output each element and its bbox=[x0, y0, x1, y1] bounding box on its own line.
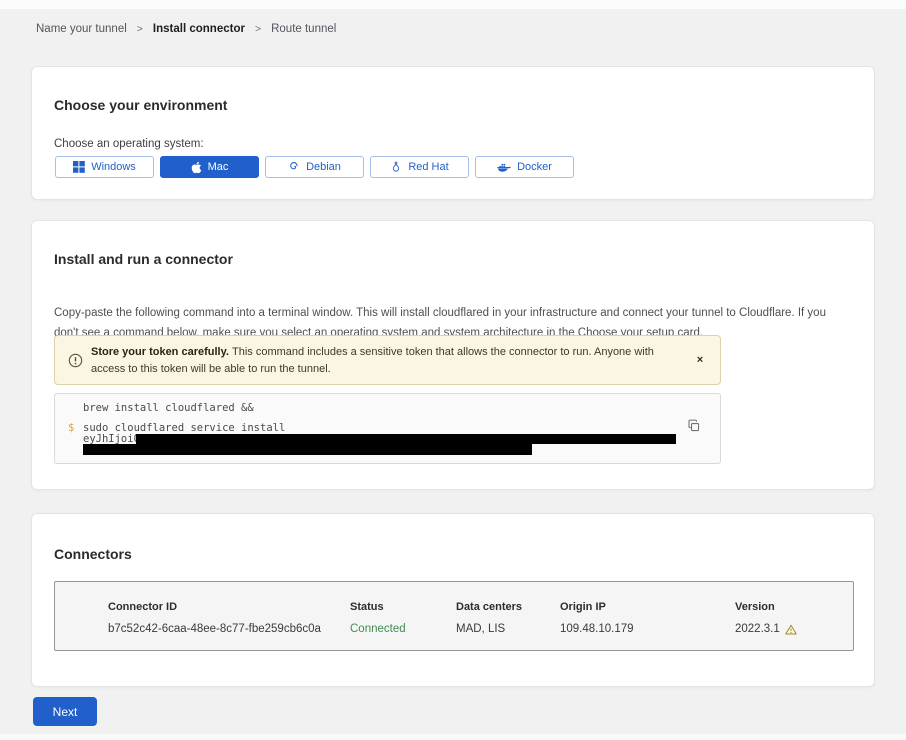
os-button-windows[interactable]: Windows bbox=[55, 156, 154, 178]
breadcrumb-route-tunnel[interactable]: Route tunnel bbox=[271, 23, 336, 35]
col-header-status: Status bbox=[350, 601, 456, 613]
terminal-prompt: $ bbox=[68, 422, 74, 434]
os-button-mac[interactable]: Mac bbox=[160, 156, 259, 178]
token-warning-banner: Store your token carefully. This command… bbox=[54, 335, 721, 385]
connector-id-value: b7c52c42-6caa-48ee-8c77-fbe259cb6c0a bbox=[108, 623, 350, 635]
copy-icon[interactable] bbox=[685, 418, 703, 436]
warning-triangle-icon[interactable] bbox=[785, 624, 797, 635]
version-value: 2022.3.1 bbox=[735, 623, 780, 635]
os-button-label: Red Hat bbox=[408, 161, 448, 173]
redacted-token-bar bbox=[83, 444, 532, 455]
connectors-card: Connectors Connector ID Status Data cent… bbox=[31, 513, 875, 687]
install-connector-title: Install and run a connector bbox=[54, 251, 233, 267]
breadcrumb-separator: > bbox=[137, 23, 143, 35]
table-row: b7c52c42-6caa-48ee-8c77-fbe259cb6c0a Con… bbox=[108, 623, 833, 635]
os-button-label: Debian bbox=[306, 161, 341, 173]
breadcrumb: Name your tunnel > Install connector > R… bbox=[36, 23, 336, 35]
version-cell: 2022.3.1 bbox=[735, 623, 833, 635]
breadcrumb-name-your-tunnel[interactable]: Name your tunnel bbox=[36, 23, 127, 35]
alert-circle-icon bbox=[68, 353, 83, 373]
redhat-icon bbox=[390, 161, 402, 173]
col-header-origin-ip: Origin IP bbox=[560, 601, 735, 613]
choose-environment-card: Choose your environment Choose an operat… bbox=[31, 66, 875, 200]
os-button-label: Mac bbox=[208, 161, 229, 173]
os-button-label: Docker bbox=[517, 161, 552, 173]
col-header-connector-id: Connector ID bbox=[108, 601, 350, 613]
docker-icon bbox=[497, 162, 511, 173]
os-button-label: Windows bbox=[91, 161, 136, 173]
windows-icon bbox=[73, 161, 85, 173]
redacted-token-bar bbox=[136, 434, 676, 445]
data-centers-value: MAD, LIS bbox=[456, 623, 560, 635]
status-badge: Connected bbox=[350, 623, 456, 635]
top-strip bbox=[0, 0, 906, 9]
breadcrumb-install-connector[interactable]: Install connector bbox=[153, 23, 245, 35]
breadcrumb-separator: > bbox=[255, 23, 261, 35]
os-button-group: Windows Mac Debian Red Hat Docker bbox=[55, 156, 574, 178]
apple-icon bbox=[191, 161, 202, 174]
install-command-code-block[interactable]: $ brew install cloudflared && sudo cloud… bbox=[54, 393, 721, 464]
debian-icon bbox=[288, 161, 300, 173]
col-header-version: Version bbox=[735, 601, 833, 613]
install-connector-card: Install and run a connector Copy-paste t… bbox=[31, 220, 875, 490]
origin-ip-value: 109.48.10.179 bbox=[560, 623, 735, 635]
token-warning-title: Store your token carefully. bbox=[91, 346, 232, 358]
os-select-label: Choose an operating system: bbox=[54, 138, 204, 150]
code-line-brew-install: brew install cloudflared && bbox=[83, 402, 254, 414]
connectors-table: Connector ID Status Data centers Origin … bbox=[54, 581, 854, 651]
choose-environment-title: Choose your environment bbox=[54, 97, 227, 113]
token-warning-text: Store your token carefully. This command… bbox=[91, 344, 691, 378]
os-button-docker[interactable]: Docker bbox=[475, 156, 574, 178]
warning-close-icon[interactable]: × bbox=[692, 352, 708, 368]
os-button-debian[interactable]: Debian bbox=[265, 156, 364, 178]
bottom-strip bbox=[0, 734, 906, 740]
os-button-redhat[interactable]: Red Hat bbox=[370, 156, 469, 178]
col-header-data-centers: Data centers bbox=[456, 601, 560, 613]
connectors-title: Connectors bbox=[54, 546, 132, 562]
connectors-table-header: Connector ID Status Data centers Origin … bbox=[108, 601, 833, 613]
next-button[interactable]: Next bbox=[33, 697, 97, 726]
